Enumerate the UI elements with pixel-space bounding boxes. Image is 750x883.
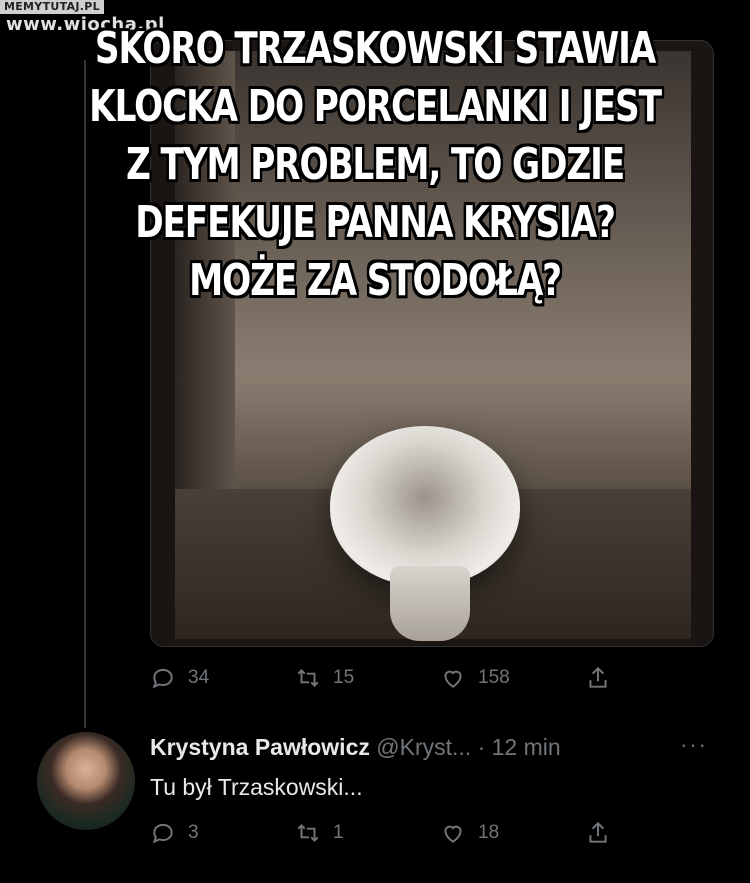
share-icon [589,821,607,843]
caption-line: MOŻE ZA STODOŁĄ? [189,255,562,306]
share-icon [589,666,607,688]
retweet-count: 1 [333,822,344,843]
share-button[interactable] [585,820,625,846]
retweet-button[interactable]: 15 [295,665,440,691]
share-button[interactable] [585,665,625,691]
reply-icon [152,668,173,689]
reply-actions: 3 1 18 [150,818,630,848]
reply-author-handle[interactable]: @Kryst... [376,734,471,760]
reply-button[interactable]: 34 [150,665,295,691]
meme-caption: SKORO TRZASKOWSKI STAWIA KLOCKA DO PORCE… [83,20,668,310]
toilet-base [390,566,470,641]
tweet-actions: 34 15 158 [150,663,630,693]
retweet-count: 15 [333,667,355,688]
reply-timestamp[interactable]: · 12 min [478,734,561,760]
reply-header: Krystyna Pawłowicz @Kryst... · 12 min [150,734,561,761]
reply-icon [152,823,173,844]
like-button[interactable]: 158 [440,665,585,691]
watermark-memytutaj: MEMYTUTAJ.PL [0,0,104,14]
like-icon [444,825,462,843]
avatar[interactable] [37,732,135,830]
reply-text: Tu był Trzaskowski... [150,774,363,800]
like-count: 158 [478,667,510,688]
reply-count: 34 [188,667,210,688]
toilet-bowl [330,426,520,586]
retweet-icon [297,669,319,687]
reply-count: 3 [188,822,199,843]
caption-line: KLOCKA DO PORCELANKI I JEST [89,81,662,132]
like-button[interactable]: 18 [440,820,585,846]
like-count: 18 [478,822,500,843]
reply-button[interactable]: 3 [150,820,295,846]
caption-line: DEFEKUJE PANNA KRYSIA? [135,197,616,248]
more-icon[interactable]: ··· [680,732,708,758]
retweet-button[interactable]: 1 [295,820,440,846]
caption-line: SKORO TRZASKOWSKI STAWIA [94,23,656,74]
like-icon [444,670,462,688]
retweet-icon [297,824,319,842]
caption-line: Z TYM PROBLEM, TO GDZIE [126,139,625,190]
reply-author-name[interactable]: Krystyna Pawłowicz [150,734,370,760]
